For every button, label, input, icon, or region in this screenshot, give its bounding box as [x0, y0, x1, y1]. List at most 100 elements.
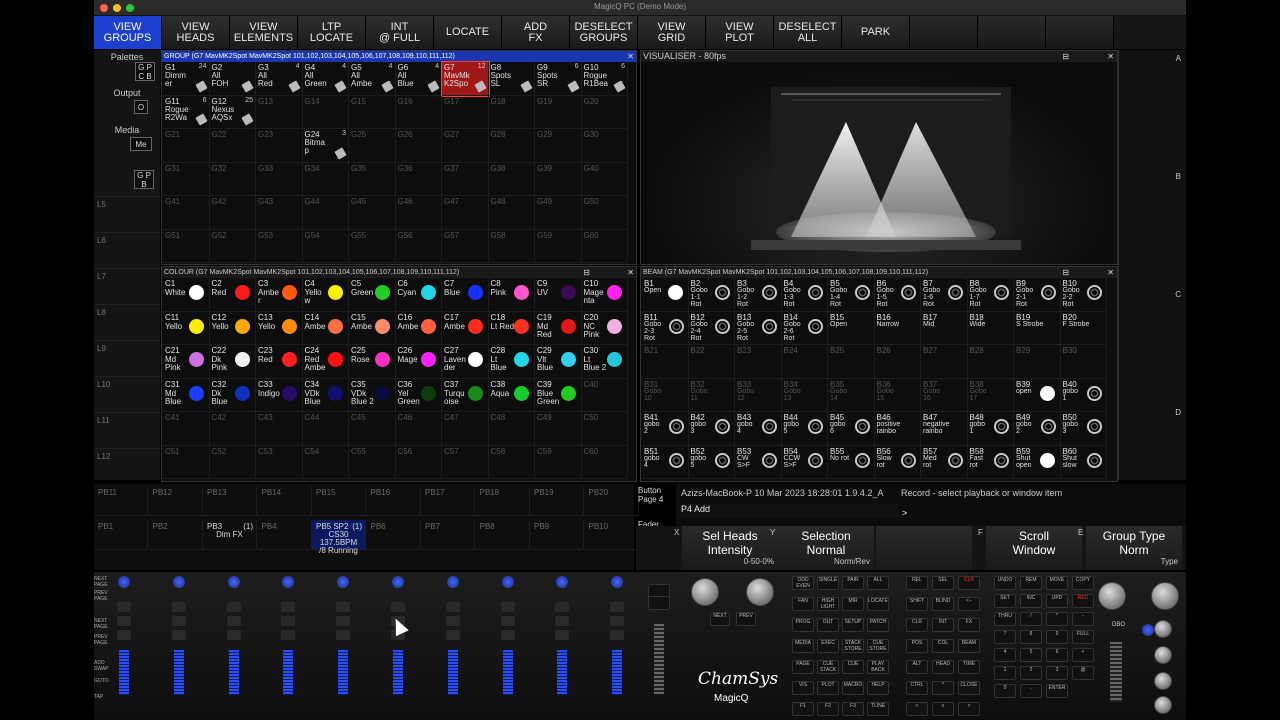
- beam-cell[interactable]: B22: [688, 345, 735, 379]
- beam-cell[interactable]: B55 No rot: [828, 445, 875, 479]
- fader-level-strip[interactable]: [502, 650, 513, 695]
- fader-button[interactable]: [555, 616, 570, 626]
- colour-cell[interactable]: C59: [535, 445, 582, 479]
- beam-cell[interactable]: B16 Narrow: [874, 311, 921, 345]
- beam-cell[interactable]: B17 Mid: [921, 311, 968, 345]
- group-cell[interactable]: G15: [349, 95, 396, 129]
- console-c-key[interactable]: UNDO: [994, 576, 1016, 590]
- console-a-key[interactable]: MEDIA: [792, 639, 814, 653]
- console-a-key[interactable]: PAIR: [842, 576, 864, 590]
- colour-cell[interactable]: C43: [256, 412, 303, 446]
- colour-cell[interactable]: C8 Pink: [488, 278, 535, 312]
- console-c-key[interactable]: 5: [1020, 648, 1042, 662]
- layout-item-l8[interactable]: L8: [94, 304, 160, 339]
- group-cell[interactable]: G19: [535, 95, 582, 129]
- playback-button-pb18[interactable]: PB18: [475, 486, 530, 516]
- playback-fader-strip-4[interactable]: [261, 572, 315, 718]
- beam-cell[interactable]: B20 F Strobe: [1060, 311, 1107, 345]
- group-cell[interactable]: G54: [302, 229, 349, 263]
- encoder-knob-4[interactable]: [1154, 696, 1172, 714]
- playback-button-pb13[interactable]: PB13: [203, 486, 257, 516]
- group-cell[interactable]: G43: [256, 196, 303, 230]
- fader-level-strip[interactable]: [393, 650, 403, 695]
- console-c-key[interactable]: MOVE: [1046, 576, 1068, 590]
- fader-button[interactable]: [445, 616, 460, 626]
- colour-cell[interactable]: C44: [302, 412, 349, 446]
- console-a-key[interactable]: EXEC: [817, 639, 839, 653]
- toolbar-button-1[interactable]: VIEW GROUPS: [94, 16, 162, 49]
- beam-cell[interactable]: B23: [735, 345, 782, 379]
- console-a-key[interactable]: F3: [842, 702, 864, 716]
- colour-cell[interactable]: C5 Green: [349, 278, 396, 312]
- stage-render[interactable]: [641, 62, 1117, 264]
- group-cell[interactable]: G18: [488, 95, 535, 129]
- colour-cell[interactable]: C12 Yello: [209, 311, 256, 345]
- beam-cell[interactable]: B37 Gobo 16: [921, 378, 968, 412]
- close-icon[interactable]: ✕: [1107, 51, 1114, 62]
- colour-cell[interactable]: C6 Cyan: [395, 278, 442, 312]
- beam-cell[interactable]: B44 gobo 5: [781, 412, 828, 446]
- group-cell[interactable]: G46: [395, 196, 442, 230]
- beam-cell[interactable]: B41 gobo 2: [642, 412, 689, 446]
- console-b-key[interactable]: <--: [958, 597, 980, 611]
- beam-cell[interactable]: B53 CW S>F: [735, 445, 782, 479]
- group-cell[interactable]: G25: [349, 129, 396, 163]
- console-b-key[interactable]: ^: [932, 681, 954, 695]
- group-cell[interactable]: G26: [395, 129, 442, 163]
- beam-cell[interactable]: B42 gobo 3: [688, 412, 735, 446]
- console-b-key[interactable]: HEAD: [932, 660, 954, 674]
- group-cell[interactable]: G4 4 All Green: [302, 62, 349, 96]
- close-icon[interactable]: ✕: [1107, 267, 1114, 278]
- group-cell[interactable]: G30: [581, 129, 628, 163]
- console-a-key[interactable]: HELP: [867, 681, 889, 695]
- group-cell[interactable]: G45: [349, 196, 396, 230]
- console-c-key[interactable]: FULL: [1072, 630, 1094, 644]
- toolbar-button-14[interactable]: [978, 16, 1046, 49]
- fader-button[interactable]: [117, 616, 131, 626]
- playback-fader-strip-2[interactable]: [152, 572, 206, 718]
- beam-cell[interactable]: B11 Gobo 2-3 Rot: [642, 311, 689, 345]
- console-b-key[interactable]: CLR: [958, 576, 980, 590]
- beam-cell[interactable]: B39 open: [1014, 378, 1061, 412]
- group-cell[interactable]: G34: [302, 162, 349, 196]
- beam-cell[interactable]: B25: [828, 345, 875, 379]
- fader-button[interactable]: [117, 630, 131, 640]
- colour-cell[interactable]: C17 Ambe: [442, 311, 489, 345]
- colour-cell[interactable]: C3 Ambe r: [256, 278, 303, 312]
- encoder-knob-1[interactable]: [1154, 620, 1172, 638]
- fader-button[interactable]: [336, 602, 351, 612]
- console-c-key[interactable]: *: [1046, 612, 1068, 626]
- playback-fader-strip-10[interactable]: [590, 572, 644, 718]
- fader-encoder-knob[interactable]: [172, 576, 185, 588]
- group-cell[interactable]: G50: [581, 196, 628, 230]
- console-b-key[interactable]: >: [958, 702, 980, 716]
- playback-fader-1[interactable]: PB1: [94, 520, 148, 550]
- colour-cell[interactable]: C2 Red: [209, 278, 256, 312]
- fader-button[interactable]: [281, 602, 296, 612]
- colour-cell[interactable]: C27 Laven der: [442, 345, 489, 379]
- playback-fader-strip-5[interactable]: [316, 572, 370, 718]
- colour-cell[interactable]: C40: [581, 378, 628, 412]
- beam-cell[interactable]: B12 Gobo 2-4 Rot: [688, 311, 735, 345]
- console-c-key[interactable]: ENTER: [1046, 684, 1068, 698]
- beam-cell[interactable]: B1 Open: [642, 278, 689, 312]
- group-cell[interactable]: G58: [488, 229, 535, 263]
- playback-fader-strip-9[interactable]: [535, 572, 589, 718]
- fader-button[interactable]: [445, 602, 460, 612]
- toolbar-button-12[interactable]: PARK: [842, 16, 910, 49]
- beam-cell[interactable]: B31 Gobo 10: [642, 378, 689, 412]
- group-cell[interactable]: G24 3 Bitma p: [302, 129, 349, 163]
- blue-knob[interactable]: [1142, 624, 1154, 636]
- colour-cell[interactable]: C45: [349, 412, 396, 446]
- wheel-a-knob[interactable]: [1098, 582, 1126, 610]
- console-c-key[interactable]: SET: [994, 594, 1016, 608]
- toolbar-button-2[interactable]: VIEW HEADS: [162, 16, 230, 49]
- console-a-key[interactable]: VIS: [792, 681, 814, 695]
- console-b-key[interactable]: <: [906, 702, 928, 716]
- toolbar-button-3[interactable]: VIEW ELEMENTS: [230, 16, 298, 49]
- colour-cell[interactable]: C26 Mage: [395, 345, 442, 379]
- group-cell[interactable]: G55: [349, 229, 396, 263]
- beam-cell[interactable]: B47 negative rainbo: [921, 412, 968, 446]
- beam-cell[interactable]: B27: [921, 345, 968, 379]
- close-icon[interactable]: ✕: [627, 267, 634, 278]
